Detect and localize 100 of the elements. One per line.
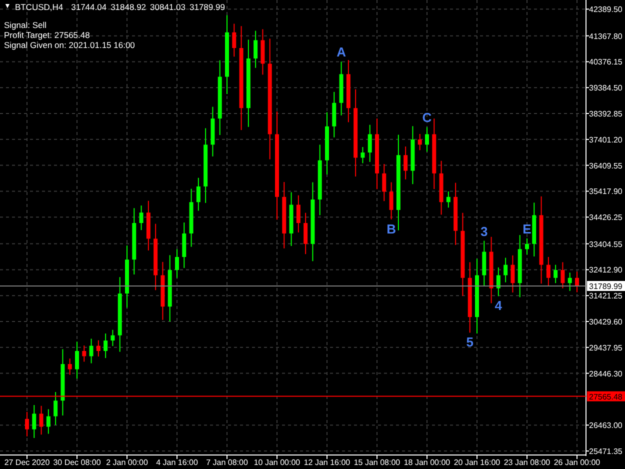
price-axis-label: 28446.30 xyxy=(589,369,622,378)
candle-body xyxy=(354,108,358,158)
candle-body xyxy=(525,244,529,250)
candle-body xyxy=(232,32,236,48)
price-axis-label: 31421.25 xyxy=(589,292,622,301)
price-axis-label: 30429.60 xyxy=(589,318,622,326)
price-axis-label: 32412.90 xyxy=(589,266,622,275)
price-tag: 27565.48 xyxy=(587,391,625,402)
candle-wick xyxy=(426,126,428,152)
candle-wick xyxy=(448,190,449,208)
price-axis-label: 41367.80 xyxy=(589,32,622,41)
candle-body xyxy=(446,196,450,202)
candle-body xyxy=(468,278,472,318)
candle-body xyxy=(304,223,308,244)
price-axis-label: 33404.55 xyxy=(589,240,622,249)
candle-wick xyxy=(362,146,364,164)
signal-text: Signal: Sell xyxy=(4,20,47,30)
candle-wick xyxy=(498,266,499,297)
price-tag: 31789.99 xyxy=(587,280,625,291)
candle-body xyxy=(282,196,286,234)
candle-body xyxy=(32,414,36,430)
candle-wick xyxy=(234,23,235,58)
price-quote: 30841.03 xyxy=(150,2,186,12)
candle-body xyxy=(268,64,272,134)
price-axis-label: 39384.50 xyxy=(589,84,622,93)
candle-body xyxy=(96,346,100,351)
candle-body xyxy=(110,335,115,341)
candle-wick xyxy=(84,345,85,362)
candle-body xyxy=(210,118,215,145)
candle-wick xyxy=(176,248,178,278)
candle-body xyxy=(489,252,494,288)
candle-body xyxy=(25,418,29,430)
candle-body xyxy=(46,416,50,427)
candle-wick xyxy=(34,404,35,438)
candle-body xyxy=(325,126,329,160)
candle-wick xyxy=(548,256,549,286)
candle-wick xyxy=(390,182,392,220)
candle-body xyxy=(504,264,508,276)
candle-body xyxy=(339,74,344,103)
candle-body xyxy=(482,252,486,276)
wave-label: C xyxy=(422,110,432,126)
candle-body xyxy=(360,152,365,158)
candle-body xyxy=(296,204,300,224)
candle-body xyxy=(532,215,536,244)
candle-wick xyxy=(526,238,528,256)
candle-wick xyxy=(305,212,306,255)
price-axis-label: 34426.25 xyxy=(589,213,622,222)
candle-body xyxy=(404,155,408,171)
wave-label: 3 xyxy=(480,224,488,239)
candle-wick xyxy=(562,262,564,289)
signal-text: Profit Target: 27565.48 xyxy=(4,30,90,40)
candle-wick xyxy=(262,28,264,76)
candle-wick xyxy=(90,338,92,364)
candle-body xyxy=(118,294,122,336)
candle-wick xyxy=(198,177,199,212)
time-axis-label: 12 Jan 16:00 xyxy=(304,458,350,467)
time-axis-label: 2 Jan 00:00 xyxy=(106,458,148,467)
candle-wick xyxy=(512,254,514,293)
candle-body xyxy=(125,260,129,294)
candle-body xyxy=(89,346,94,356)
wave-label: A xyxy=(336,44,346,60)
candle-body xyxy=(396,155,400,210)
candle-body xyxy=(225,32,229,77)
candle-body xyxy=(68,364,72,370)
candle-body xyxy=(146,212,150,239)
candle-wick xyxy=(419,133,420,151)
candle-body xyxy=(260,40,265,64)
signal-text: Signal Given on: 2021.01.15 16:00 xyxy=(4,40,135,50)
price-axis-label: 42389.50 xyxy=(589,5,622,14)
candle-body xyxy=(132,223,136,260)
candle-body xyxy=(368,134,372,152)
candle-body xyxy=(239,48,244,108)
candle-body xyxy=(246,58,250,108)
candle-wick xyxy=(369,124,370,162)
time-axis-label: 10 Jan 00:00 xyxy=(254,458,300,467)
candle-body xyxy=(460,230,465,278)
candle-body xyxy=(168,270,172,307)
candle-body xyxy=(418,139,422,145)
price-axis-label: 40376.15 xyxy=(589,58,622,67)
candle-body xyxy=(54,400,58,416)
candle-body xyxy=(189,202,194,234)
price-quote: 31744.04 xyxy=(71,2,107,12)
candle-wick xyxy=(555,264,556,284)
wave-label: E xyxy=(522,221,532,236)
candle-body xyxy=(139,212,144,224)
price-axis-label: 36409.55 xyxy=(589,161,622,170)
candle-body xyxy=(510,264,515,284)
candle-body xyxy=(425,134,429,145)
candle-wick xyxy=(334,91,335,138)
candle-wick xyxy=(48,408,49,434)
candle-body xyxy=(175,256,179,270)
candle-body xyxy=(182,233,186,257)
candle-wick xyxy=(576,271,578,293)
candle-wick xyxy=(505,257,506,283)
candle-wick xyxy=(569,272,570,292)
candle-body xyxy=(332,102,336,126)
candle-body xyxy=(346,74,350,108)
candle-body xyxy=(454,196,458,231)
candle-wick xyxy=(298,194,299,233)
candle-wick xyxy=(384,164,385,202)
